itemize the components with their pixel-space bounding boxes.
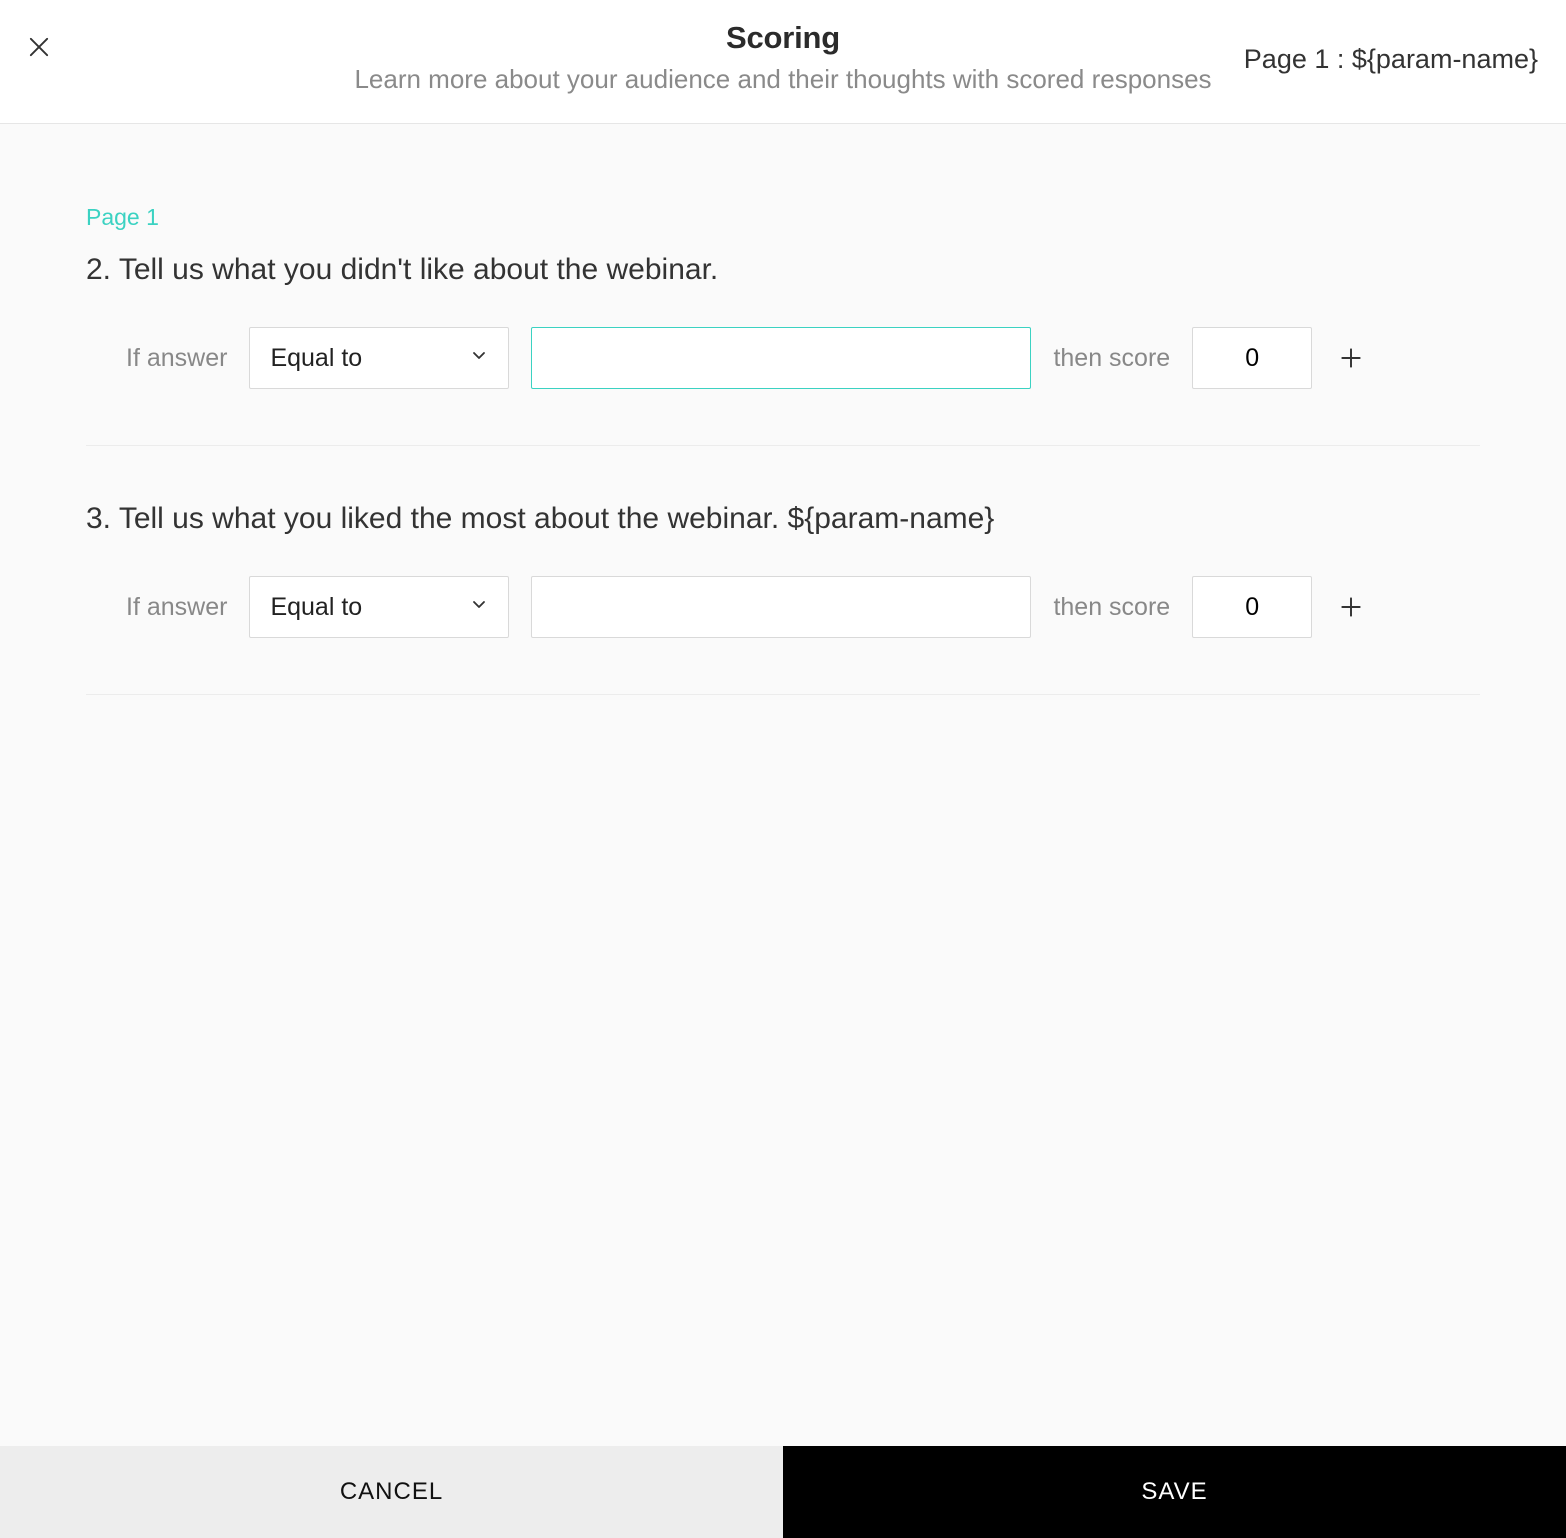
cancel-button[interactable]: CANCEL: [0, 1446, 783, 1538]
condition-select-wrap: Equal to: [249, 327, 509, 389]
score-input[interactable]: [1192, 327, 1312, 389]
question-block: 2. Tell us what you didn't like about th…: [86, 253, 1480, 446]
question-block: 3. Tell us what you liked the most about…: [86, 502, 1480, 695]
close-button[interactable]: [22, 30, 56, 64]
add-rule-button[interactable]: [1334, 590, 1368, 624]
if-answer-label: If answer: [126, 593, 227, 622]
add-rule-button[interactable]: [1334, 341, 1368, 375]
rule-row: If answer Equal to then score: [86, 576, 1480, 638]
breadcrumb: Page 1 : ${param-name}: [1244, 44, 1538, 75]
modal-footer: CANCEL SAVE: [0, 1446, 1566, 1538]
save-button[interactable]: SAVE: [783, 1446, 1566, 1538]
plus-icon: [1338, 594, 1364, 620]
content-area: Page 1 2. Tell us what you didn't like a…: [0, 124, 1566, 1446]
condition-select-wrap: Equal to: [249, 576, 509, 638]
if-answer-label: If answer: [126, 344, 227, 373]
answer-input[interactable]: [531, 576, 1031, 638]
score-input[interactable]: [1192, 576, 1312, 638]
then-score-label: then score: [1053, 593, 1170, 622]
condition-select[interactable]: Equal to: [249, 576, 509, 638]
modal-header: Scoring Learn more about your audience a…: [0, 0, 1566, 124]
question-text: 2. Tell us what you didn't like about th…: [86, 253, 1480, 287]
close-icon: [25, 33, 53, 61]
rule-row: If answer Equal to then score: [86, 327, 1480, 389]
condition-select[interactable]: Equal to: [249, 327, 509, 389]
page-label: Page 1: [86, 204, 1480, 231]
answer-input[interactable]: [531, 327, 1031, 389]
plus-icon: [1338, 345, 1364, 371]
question-text: 3. Tell us what you liked the most about…: [86, 502, 1480, 536]
then-score-label: then score: [1053, 344, 1170, 373]
